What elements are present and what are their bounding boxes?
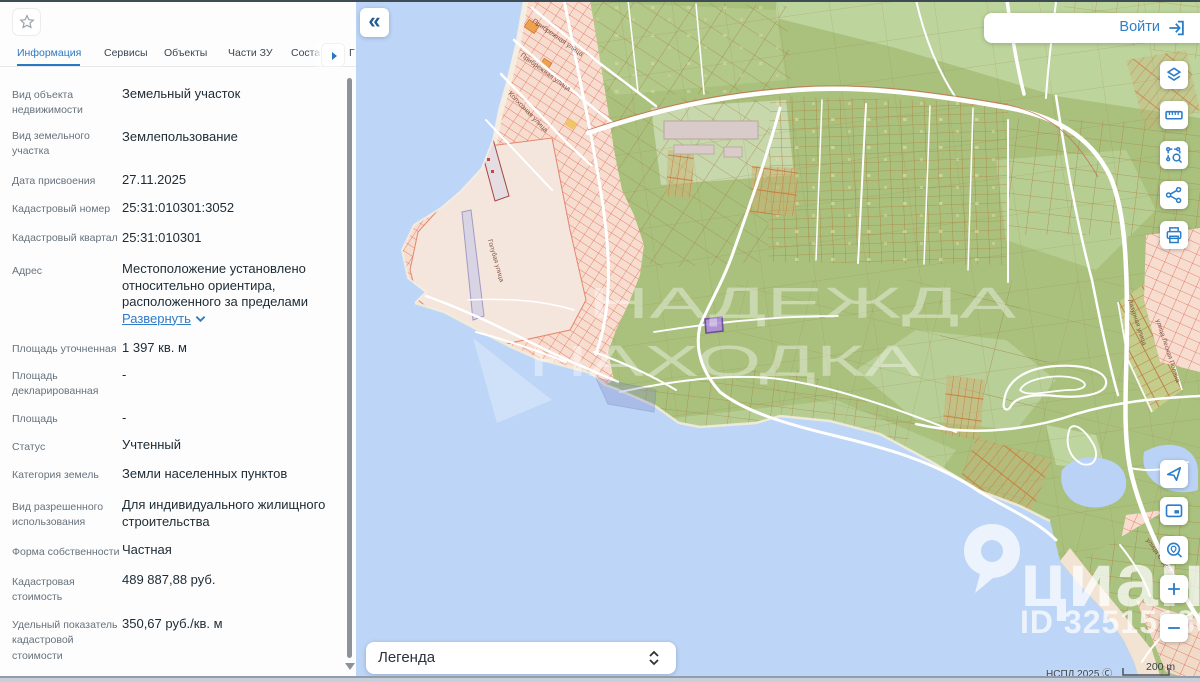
svg-text:НАДЕЖДА: НАДЕЖДА	[588, 279, 1017, 328]
svg-text:НАХОДКА: НАХОДКА	[528, 337, 921, 386]
